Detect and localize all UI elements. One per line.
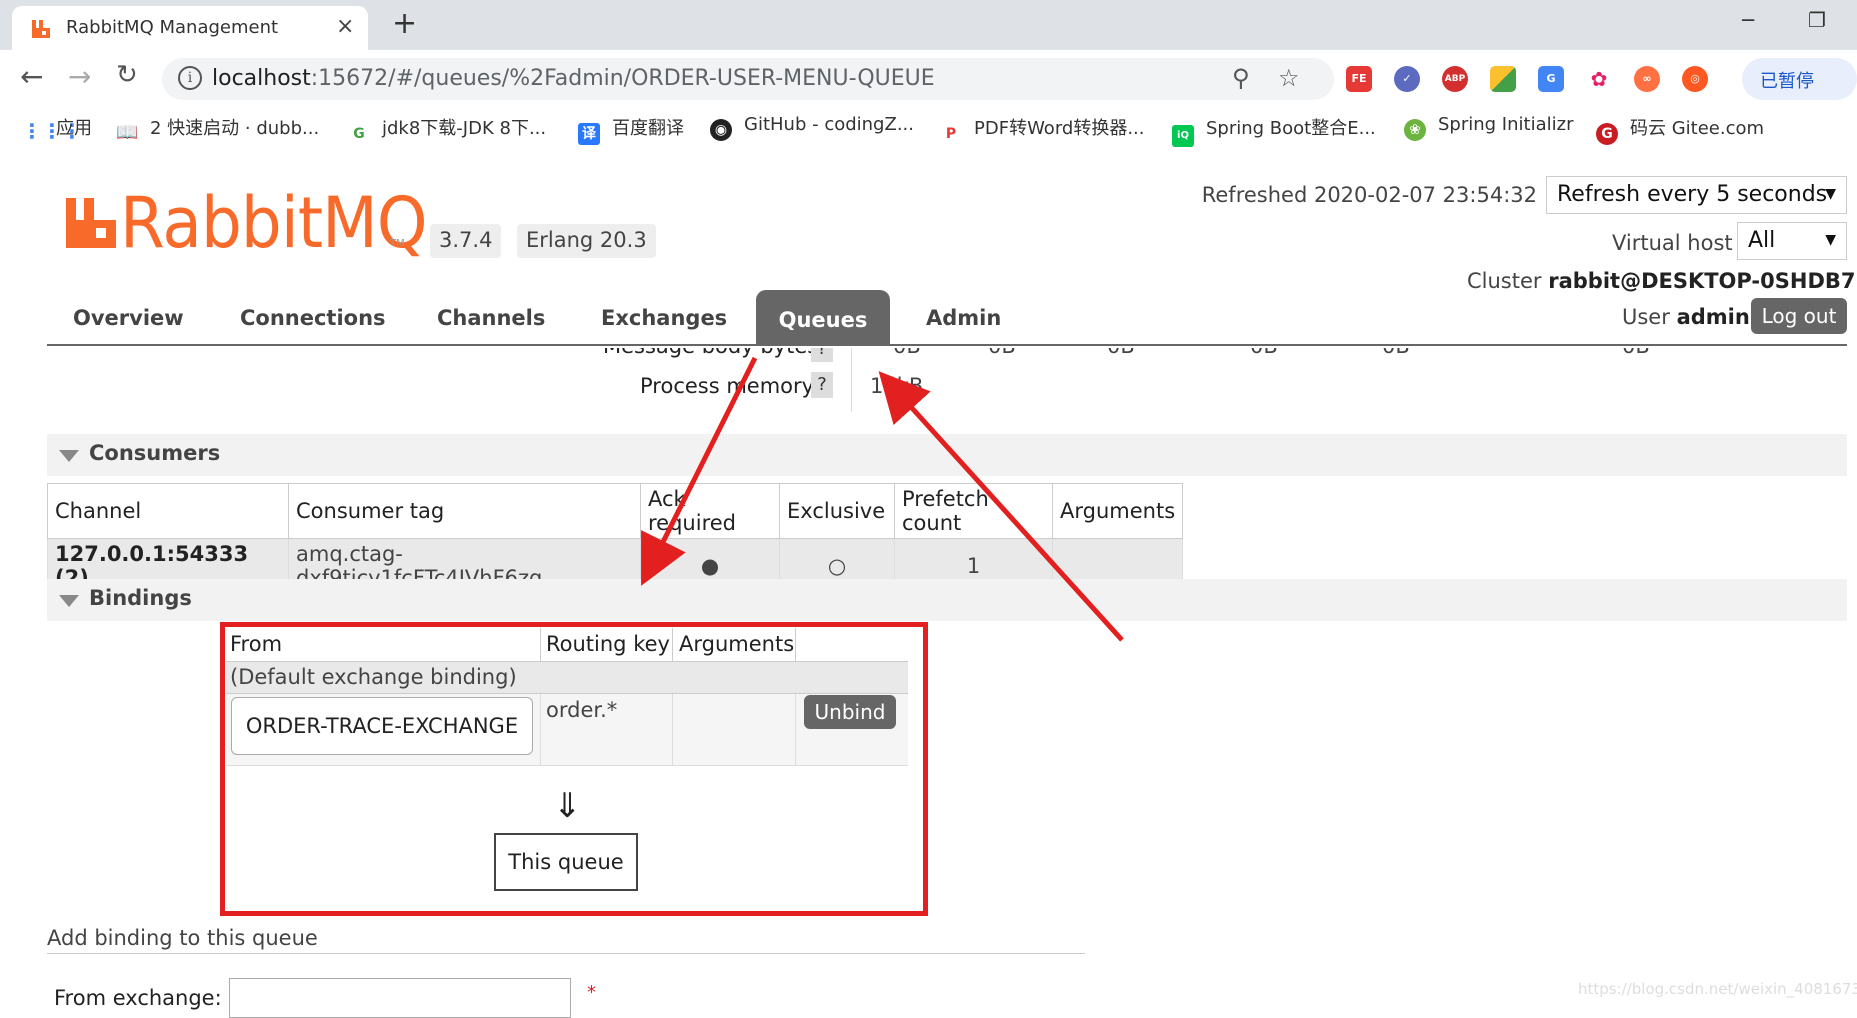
table-header-row: Channel Consumer tag Ack required Exclus… <box>47 483 1184 539</box>
google-translate-icon[interactable]: G <box>1538 66 1564 92</box>
bookmark-github[interactable]: ◉ GitHub - codingZ... <box>710 114 914 141</box>
stat-value: 0B <box>988 348 1016 358</box>
bookmark-spring-initializr[interactable]: ❀ Spring Initializr <box>1404 114 1573 141</box>
queue-stats-area: Message body bytes ? 0B 0B 0B 0B 0B 0B P… <box>0 348 1857 418</box>
apps-grid-icon: ⋮⋮⋮ <box>22 119 82 143</box>
zoom-icon[interactable]: ⚲ <box>1232 64 1250 92</box>
omnibox[interactable]: i localhost:15672/#/queues/%2Fadmin/ORDE… <box>162 58 1334 100</box>
tab-connections[interactable]: Connections <box>240 306 386 330</box>
url-text[interactable]: localhost:15672/#/queues/%2Fadmin/ORDER-… <box>212 66 935 91</box>
rabbitmq-favicon-icon <box>32 20 50 38</box>
help-icon[interactable]: ? <box>811 372 833 398</box>
version-badge: 3.7.4 <box>430 224 502 258</box>
stat-value: 0B <box>1250 348 1278 358</box>
consumers-section-header[interactable]: Consumers <box>47 434 1847 476</box>
watermark: https://blog.csdn.net/weixin_40816738 <box>1578 980 1857 998</box>
bookmark-dubbo[interactable]: 📖 2 快速启动 · dubb... <box>116 114 319 144</box>
virtual-host-select[interactable]: All ▼ <box>1737 222 1847 260</box>
iqiyi-icon: iQ <box>1172 125 1194 147</box>
section-title: Bindings <box>89 586 192 610</box>
bookmark-pdf[interactable]: P PDF转Word转换器... <box>940 114 1145 145</box>
virtual-host-label: Virtual host <box>1612 231 1733 255</box>
section-title: Consumers <box>89 441 221 465</box>
tab-admin[interactable]: Admin <box>926 306 1001 330</box>
main-nav: Overview Connections Channels Exchanges … <box>47 290 1847 346</box>
adblock-extension-icon[interactable]: ABP <box>1442 66 1468 92</box>
chevron-down-icon: ▼ <box>1825 232 1836 248</box>
spring-icon: ❀ <box>1404 119 1426 141</box>
column-header: Consumer tag <box>288 483 641 539</box>
browser-tab[interactable]: RabbitMQ Management × <box>12 6 368 50</box>
message-body-bytes-label: Message body bytes <box>603 348 818 358</box>
back-icon[interactable]: ← <box>20 60 43 93</box>
bookmark-gitee[interactable]: G 码云 Gitee.com <box>1596 114 1764 145</box>
consumers-table: Channel Consumer tag Ack required Exclus… <box>47 483 1184 594</box>
stat-value: 0B <box>1382 348 1410 358</box>
logo-trademark: TM <box>390 238 405 249</box>
tab-channels[interactable]: Channels <box>437 306 545 330</box>
pdf-icon: P <box>945 126 957 142</box>
lifebuoy-extension-icon[interactable]: ◎ <box>1682 66 1708 92</box>
column-header: Prefetch count <box>894 483 1053 539</box>
tab-close-icon[interactable]: × <box>336 14 354 39</box>
column-divider <box>851 348 852 412</box>
refreshed-timestamp: Refreshed 2020-02-07 23:54:32 <box>1201 183 1537 207</box>
minimize-icon[interactable]: ─ <box>1742 8 1754 32</box>
help-icon[interactable]: ? <box>811 348 833 362</box>
new-tab-icon[interactable]: + <box>392 6 417 41</box>
profile-paused-button[interactable]: 已暂停 <box>1742 58 1857 100</box>
infinity-extension-icon[interactable]: ∞ <box>1634 66 1660 92</box>
collapse-triangle-icon <box>59 450 79 462</box>
translate-icon: 译 <box>578 123 600 145</box>
process-memory-value: 10kB <box>870 374 924 398</box>
stat-value: 0B <box>1622 348 1650 358</box>
add-binding-heading: Add binding to this queue <box>47 926 1085 954</box>
bookmark-star-icon[interactable]: ☆ <box>1278 64 1300 92</box>
reload-icon[interactable]: ↻ <box>116 60 138 90</box>
book-icon: 📖 <box>116 122 139 143</box>
restore-icon[interactable]: ❐ <box>1808 8 1826 32</box>
site-info-icon[interactable]: i <box>178 66 202 90</box>
github-icon: ◉ <box>710 119 732 141</box>
annotation-highlight-box <box>220 622 928 916</box>
bookmark-apps[interactable]: ⋮⋮⋮应用 <box>22 114 92 142</box>
browser-tab-bar: RabbitMQ Management × + ─ ❐ <box>0 0 1857 50</box>
bookmark-jdk8[interactable]: Gjdk8下载-JDK 8下... <box>348 114 546 145</box>
rabbitmq-logo-icon <box>66 198 116 248</box>
tab-exchanges[interactable]: Exchanges <box>601 306 727 330</box>
color-extension-icon[interactable] <box>1490 66 1516 92</box>
rabbitmq-logo-text: RabbitMQ <box>120 182 428 264</box>
check-extension-icon[interactable]: ✓ <box>1394 66 1420 92</box>
refresh-interval-select[interactable]: Refresh every 5 seconds ▼ <box>1546 176 1847 214</box>
tab-title: RabbitMQ Management <box>66 17 279 38</box>
gitee-icon: G <box>1596 123 1618 145</box>
from-exchange-label: From exchange: <box>54 986 222 1010</box>
erlang-badge: Erlang 20.3 <box>517 224 656 258</box>
forward-icon[interactable]: → <box>68 60 91 93</box>
stat-value: 0B <box>893 348 921 358</box>
bookmarks-bar: ⋮⋮⋮应用 📖 2 快速启动 · dubb... Gjdk8下载-JDK 8下..… <box>0 108 1857 150</box>
tab-overview[interactable]: Overview <box>73 306 184 330</box>
column-header: Ack required <box>640 483 780 539</box>
green-g-icon: G <box>353 126 365 142</box>
bookmark-baidu-translate[interactable]: 译百度翻译 <box>578 114 684 145</box>
stat-value: 0B <box>1107 348 1135 358</box>
tab-queues[interactable]: Queues <box>756 290 890 346</box>
bookmark-spring-boot[interactable]: iQ Spring Boot整合E... <box>1172 114 1376 147</box>
chevron-down-icon: ▼ <box>1825 186 1836 202</box>
fe-extension-icon[interactable]: FE <box>1346 66 1372 92</box>
from-exchange-input[interactable] <box>229 978 571 1018</box>
address-bar-row: ← → ↻ i localhost:15672/#/queues/%2Fadmi… <box>0 50 1857 108</box>
column-header: Channel <box>47 483 289 539</box>
bindings-section-header[interactable]: Bindings <box>47 579 1847 621</box>
collapse-triangle-icon <box>59 595 79 607</box>
column-header: Arguments <box>1051 483 1184 539</box>
flower-extension-icon[interactable]: ✿ <box>1586 66 1612 92</box>
column-header: Exclusive <box>779 483 895 539</box>
required-marker: * <box>587 982 596 1003</box>
process-memory-label: Process memory <box>640 374 815 398</box>
